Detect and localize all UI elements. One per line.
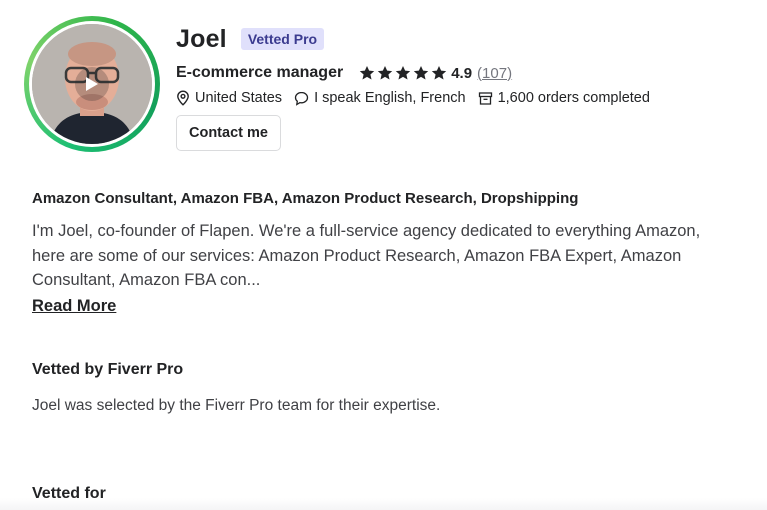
star-icon [395, 66, 411, 80]
orders-item: 1,600 orders completed [478, 90, 650, 106]
bio-text: I'm Joel, co-founder of Flapen. We're a … [32, 219, 752, 293]
star-rating [359, 65, 449, 81]
contact-me-button[interactable]: Contact me [176, 115, 281, 151]
vetted-description: Joel was selected by the Fiverr Pro team… [32, 397, 441, 414]
location-pin-icon [177, 90, 189, 106]
read-more-link[interactable]: Read More [32, 297, 116, 316]
reviews-link[interactable]: (107) [477, 65, 512, 82]
location-item: United States [176, 90, 282, 106]
bottom-fade [0, 498, 767, 510]
skills-list: Amazon Consultant, Amazon FBA, Amazon Pr… [32, 190, 579, 207]
seller-meta: United States I speak English, French 1,… [176, 90, 662, 106]
vetted-heading: Vetted by Fiverr Pro [32, 361, 184, 378]
star-icon [359, 66, 375, 80]
profile-header: Joel Vetted Pro E-commerce manager 4.9 (… [176, 24, 662, 151]
location-text: United States [195, 90, 283, 106]
avatar-border [29, 21, 155, 147]
seller-name[interactable]: Joel [176, 25, 227, 54]
star-icon [413, 66, 429, 80]
languages-item: I speak English, French [294, 90, 466, 106]
play-button[interactable] [75, 67, 109, 101]
bio-line: here are some of our services: Amazon Pr… [32, 246, 682, 265]
rating-value: 4.9 [451, 64, 473, 82]
archive-box-icon [478, 91, 492, 105]
avatar-photo[interactable] [32, 24, 152, 144]
vetted-pro-badge: Vetted Pro [240, 28, 325, 50]
speech-bubble-icon [294, 91, 309, 106]
avatar[interactable] [24, 16, 160, 152]
star-icon [377, 66, 393, 80]
job-title: E-commerce manager [176, 64, 344, 81]
orders-text: 1,600 orders completed [497, 90, 650, 106]
star-icon [431, 66, 447, 80]
languages-text: I speak English, French [314, 90, 466, 106]
bio-line: I'm Joel, co-founder of Flapen. We're a … [32, 222, 701, 240]
bio-line: Consultant, Amazon FBA con... [32, 271, 261, 289]
play-icon [86, 77, 98, 91]
